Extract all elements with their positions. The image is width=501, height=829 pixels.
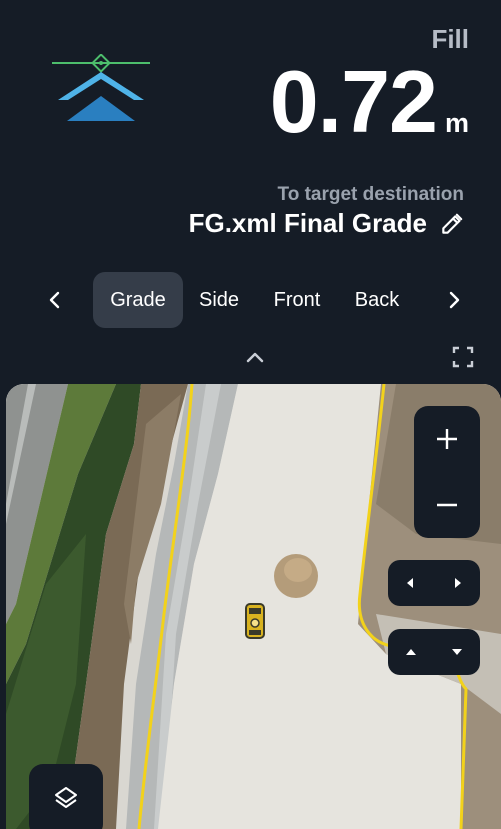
pan-horizontal-controls (388, 560, 480, 606)
mode-label: Fill (431, 24, 469, 54)
plus-icon (437, 429, 457, 449)
pan-right-button[interactable] (434, 560, 480, 606)
tab-back-label: Back (354, 288, 400, 311)
grade-control-screen: Fill 0.72 m To target destination FG.xml… (0, 0, 501, 829)
design-file-name: FG.xml Final Grade (188, 208, 427, 238)
pan-left-button[interactable] (388, 560, 434, 606)
caret-left-icon (407, 578, 413, 588)
zoom-in-button[interactable] (414, 406, 480, 472)
zoom-out-button[interactable] (414, 472, 480, 538)
tabs-next-button[interactable] (440, 286, 468, 314)
pan-down-button[interactable] (434, 629, 480, 675)
tab-front[interactable]: Front (262, 272, 332, 328)
tabs-prev-button[interactable] (41, 286, 69, 314)
fill-value-display: 0.72 m (270, 58, 469, 146)
fullscreen-icon[interactable] (451, 345, 475, 369)
fill-unit: m (444, 108, 469, 138)
minus-icon (437, 503, 457, 507)
pan-up-button[interactable] (388, 629, 434, 675)
pencil-icon[interactable] (439, 211, 465, 237)
design-file-row[interactable]: FG.xml Final Grade (189, 208, 465, 239)
tab-back[interactable]: Back (344, 272, 410, 328)
target-label: To target destination (277, 184, 464, 205)
tab-grade[interactable]: Grade (93, 272, 183, 328)
zoom-controls (414, 406, 480, 538)
tab-front-label: Front (273, 288, 321, 311)
caret-up-icon (406, 649, 416, 655)
excavator-icon (245, 603, 265, 639)
layers-icon (55, 787, 77, 808)
layers-button[interactable] (29, 764, 103, 829)
pan-vertical-controls (388, 629, 480, 675)
chevron-up-icon[interactable] (242, 344, 268, 370)
chevron-right-icon (449, 291, 460, 309)
grade-chevrons-logo (52, 54, 150, 121)
tab-side[interactable]: Side (190, 272, 248, 328)
tab-grade-label: Grade (110, 288, 166, 311)
chevron-left-icon (49, 291, 60, 309)
tab-side-label: Side (198, 288, 240, 311)
fill-value: 0.72 (269, 52, 438, 151)
caret-right-icon (455, 578, 461, 588)
caret-down-icon (452, 649, 462, 655)
view-tabs: Grade Side Front Back (0, 272, 501, 328)
